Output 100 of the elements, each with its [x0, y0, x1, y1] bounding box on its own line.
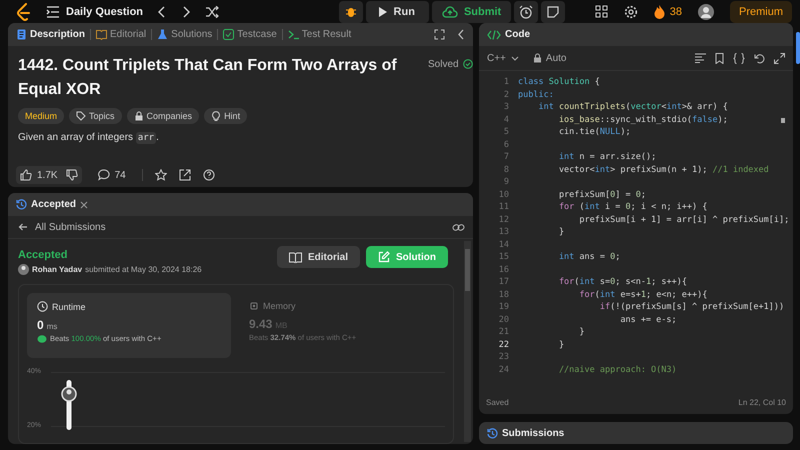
list-icon[interactable]	[46, 6, 60, 18]
avatar-icon[interactable]	[698, 4, 714, 20]
topic-tag[interactable]: Topics	[69, 108, 122, 124]
panel-tab[interactable]: Test Result	[288, 29, 352, 40]
settings-icon[interactable]	[624, 4, 638, 18]
line-number: 3	[502, 102, 510, 112]
code-line: }	[578, 327, 585, 338]
code-line: }	[558, 340, 564, 350]
grid-icon[interactable]	[594, 5, 608, 18]
collapse-icon[interactable]	[457, 29, 465, 40]
run-button[interactable]: Run	[366, 0, 429, 22]
expand-icon[interactable]	[774, 52, 785, 64]
scrollbar[interactable]	[464, 241, 471, 442]
thumbs-up-icon	[20, 169, 32, 181]
line-number: 22	[498, 340, 510, 350]
comments-button[interactable]: 74	[94, 166, 130, 184]
all-submissions-link[interactable]: All Submissions	[18, 222, 106, 232]
star-icon[interactable]	[154, 169, 167, 181]
code-line: class Solution {	[518, 77, 600, 88]
code-line: prefixSum[i + 1] = arr[i] ^ prefixSum[i];	[578, 214, 790, 225]
line-number: 10	[498, 190, 510, 200]
streak-count[interactable]: 38	[670, 6, 682, 18]
checkbox-icon	[223, 29, 234, 40]
back-arrow-icon	[18, 222, 28, 232]
undo-icon[interactable]	[754, 52, 765, 64]
chevron-right-icon[interactable]	[181, 6, 192, 18]
line-number: 7	[502, 152, 510, 162]
line-number: 23	[498, 352, 510, 362]
code-line: }	[558, 227, 564, 238]
daily-question-title[interactable]: Daily Question	[66, 6, 144, 18]
history-icon	[16, 199, 27, 210]
tag-icon	[76, 111, 86, 121]
code-line: for (int i = 0; i < n; i++) {	[558, 202, 708, 212]
code-line: for(int s=0; s<n-1; s++){	[558, 277, 687, 288]
language-dropdown[interactable]: C++	[487, 52, 519, 64]
link-icon[interactable]	[452, 222, 465, 232]
bookmark-icon[interactable]	[715, 52, 724, 64]
submitted-time: submitted at May 30, 2024 18:26	[85, 265, 202, 274]
alarm-button[interactable]	[514, 0, 538, 22]
cursor-position: Ln 22, Col 10	[738, 398, 786, 406]
code-line: //naive approach: O(N3)	[558, 364, 677, 375]
logo-icon[interactable]	[16, 2, 32, 20]
terminal-icon	[288, 29, 299, 40]
runtime-unit: ms	[46, 322, 58, 331]
panel-tab[interactable]: Editorial	[96, 29, 146, 40]
code-line: int ans = 0;	[558, 252, 620, 262]
flame-icon[interactable]	[654, 4, 665, 18]
author-name[interactable]: Rohan Yadav	[32, 265, 82, 274]
topic-tag[interactable]: Companies	[126, 108, 200, 124]
line-number: 17	[498, 277, 510, 288]
line-number: 14	[498, 240, 510, 250]
line-number: 20	[498, 314, 510, 325]
line-number: 2	[502, 90, 510, 100]
panel-tab[interactable]: Description	[16, 29, 86, 40]
code-line: if(!(prefixSum[s] ^ prefixSum[e+1]))	[598, 302, 784, 312]
mode-label[interactable]: Auto	[546, 52, 566, 64]
topic-tag[interactable]: Hint	[204, 108, 248, 124]
code-line: public:	[518, 90, 554, 100]
line-number: 8	[502, 164, 510, 175]
line-number: 11	[498, 202, 510, 212]
format-icon[interactable]	[695, 53, 706, 63]
chip-icon	[249, 301, 259, 311]
flask-icon	[157, 29, 168, 40]
status-label: Accepted	[18, 249, 69, 261]
editorial-button[interactable]: Editorial	[276, 246, 360, 268]
panel-tab[interactable]: Testcase	[223, 29, 277, 40]
braces-icon[interactable]	[733, 52, 745, 64]
close-icon[interactable]	[80, 200, 88, 208]
lock-icon	[532, 53, 542, 63]
line-number: 9	[502, 177, 510, 188]
accepted-tab[interactable]: Accepted	[31, 199, 76, 210]
line-number: 5	[502, 127, 510, 138]
submissions-tab[interactable]: Submissions	[502, 428, 564, 438]
line-number: 12	[498, 214, 510, 225]
note-button[interactable]	[541, 0, 566, 22]
minimap-marker[interactable]	[781, 118, 785, 123]
line-number: 24	[498, 364, 510, 375]
note-icon	[546, 4, 560, 18]
debug-button[interactable]	[338, 0, 363, 22]
clock-icon	[37, 301, 48, 312]
cloud-upload-icon	[442, 6, 458, 18]
memory-value: 9.43	[249, 317, 272, 331]
alarm-clock-icon	[519, 4, 534, 18]
premium-button[interactable]: Premium	[730, 0, 792, 22]
runtime-label: Runtime	[52, 302, 86, 312]
runtime-value: 0	[37, 318, 44, 332]
code-line: prefixSum[0] = 0;	[558, 190, 646, 200]
document-icon	[16, 29, 27, 40]
line-number: 4	[502, 114, 510, 125]
code-line: ans += e-s;	[619, 314, 677, 325]
help-icon[interactable]	[202, 169, 215, 181]
fullscreen-icon[interactable]	[434, 29, 445, 40]
share-icon[interactable]	[178, 169, 191, 181]
code-icon	[487, 30, 501, 40]
chevron-left-icon[interactable]	[157, 6, 168, 18]
code-title: Code	[505, 29, 530, 40]
submit-button[interactable]: Submit	[432, 0, 512, 22]
shuffle-icon[interactable]	[205, 6, 220, 18]
difficulty-tag[interactable]: Medium	[18, 108, 64, 124]
panel-tab[interactable]: Solutions	[157, 29, 212, 40]
